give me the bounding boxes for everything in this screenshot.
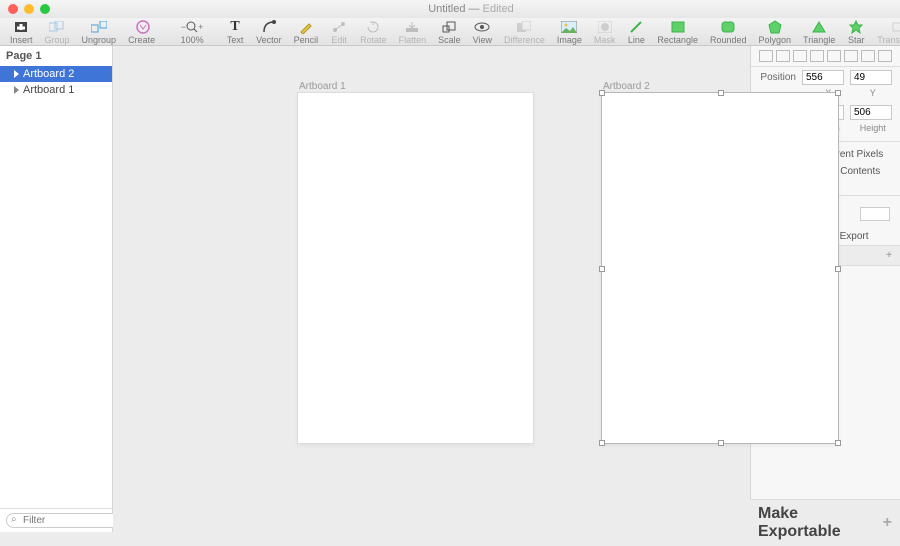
flatten-icon xyxy=(403,20,421,34)
pencil-icon xyxy=(297,20,315,34)
edit-icon xyxy=(330,20,348,34)
rotate-icon xyxy=(364,20,382,34)
vector-tool[interactable]: Vector xyxy=(250,20,288,45)
transform-tool[interactable]: Transform xyxy=(871,20,900,45)
rounded-tool[interactable]: Rounded xyxy=(704,20,753,45)
window-title: Untitled — Edited xyxy=(50,3,892,15)
edit-tool[interactable]: Edit xyxy=(324,20,354,45)
page-header[interactable]: Page 1 xyxy=(0,46,112,66)
resize-handle[interactable] xyxy=(718,90,724,96)
titlebar: Untitled — Edited xyxy=(0,0,900,18)
layers-panel: Page 1 Artboard 2 Artboard 1 ⧉ ◎ xyxy=(0,46,113,532)
add-export-button[interactable]: + xyxy=(886,250,892,261)
rectangle-icon xyxy=(669,20,687,34)
disclosure-triangle-icon[interactable] xyxy=(14,70,19,78)
make-exportable-footer[interactable]: Make Exportable + xyxy=(750,499,900,546)
window-controls xyxy=(8,4,50,14)
y-input[interactable] xyxy=(850,70,892,85)
rotate-tool[interactable]: Rotate xyxy=(354,20,393,45)
line-tool[interactable]: Line xyxy=(621,20,651,45)
height-sublabel: Height xyxy=(854,123,893,133)
star-tool[interactable]: Star xyxy=(841,20,871,45)
distribute-h-button[interactable] xyxy=(861,50,875,62)
align-hcenter-button[interactable] xyxy=(776,50,790,62)
layer-row[interactable]: Artboard 1 xyxy=(0,82,112,98)
zoom-level[interactable]: − + 100% xyxy=(172,20,212,45)
distribute-v-button[interactable] xyxy=(878,50,892,62)
text-tool[interactable]: T Text xyxy=(220,20,250,45)
flatten-tool[interactable]: Flatten xyxy=(393,20,433,45)
resize-handle[interactable] xyxy=(599,440,605,446)
ungroup-icon xyxy=(90,20,108,34)
toolbar: Insert Group Ungroup Create Symbol − + 1… xyxy=(0,18,900,46)
rectangle-tool[interactable]: Rectangle xyxy=(651,20,704,45)
artboard-label[interactable]: Artboard 1 xyxy=(299,81,346,92)
vector-icon xyxy=(260,20,278,34)
layer-label: Artboard 2 xyxy=(23,68,74,80)
ungroup-tool[interactable]: Ungroup xyxy=(76,20,123,45)
resize-handle[interactable] xyxy=(599,90,605,96)
alignment-controls xyxy=(751,46,900,67)
layer-row[interactable]: Artboard 2 xyxy=(0,66,112,82)
align-right-button[interactable] xyxy=(793,50,807,62)
resize-handle[interactable] xyxy=(835,440,841,446)
pencil-tool[interactable]: Pencil xyxy=(288,20,325,45)
difference-tool[interactable]: Difference xyxy=(498,20,551,45)
transform-icon xyxy=(889,20,900,34)
group-tool[interactable]: Group xyxy=(39,20,76,45)
image-icon xyxy=(560,20,578,34)
polygon-icon xyxy=(766,20,784,34)
scale-icon xyxy=(440,20,458,34)
symbol-icon xyxy=(134,20,152,34)
artboard-label[interactable]: Artboard 2 xyxy=(603,81,650,92)
zoom-icon: − + xyxy=(178,20,206,34)
x-input[interactable] xyxy=(802,70,844,85)
resize-handle[interactable] xyxy=(835,266,841,272)
triangle-tool[interactable]: Triangle xyxy=(797,20,841,45)
line-icon xyxy=(627,20,645,34)
layers-filter-bar: ⧉ ◎ xyxy=(0,508,112,532)
eye-icon xyxy=(473,20,491,34)
image-tool[interactable]: Image xyxy=(551,20,588,45)
background-color-swatch[interactable] xyxy=(860,207,890,221)
scale-tool[interactable]: Scale xyxy=(432,20,467,45)
difference-icon xyxy=(515,20,533,34)
disclosure-triangle-icon[interactable] xyxy=(14,86,19,94)
y-sublabel: Y xyxy=(854,88,893,98)
align-vcenter-button[interactable] xyxy=(827,50,841,62)
close-window-button[interactable] xyxy=(8,4,18,14)
polygon-tool[interactable]: Polygon xyxy=(753,20,798,45)
layer-label: Artboard 1 xyxy=(23,84,74,96)
make-exportable-label: Make Exportable xyxy=(758,505,883,541)
height-input[interactable] xyxy=(850,105,892,120)
triangle-icon xyxy=(810,20,828,34)
resize-handle[interactable] xyxy=(835,90,841,96)
rounded-icon xyxy=(719,20,737,34)
align-left-button[interactable] xyxy=(759,50,773,62)
text-icon: T xyxy=(226,20,244,34)
align-top-button[interactable] xyxy=(810,50,824,62)
resize-handle[interactable] xyxy=(718,440,724,446)
zoom-window-button[interactable] xyxy=(40,4,50,14)
view-tool[interactable]: View xyxy=(467,20,498,45)
mask-icon xyxy=(596,20,614,34)
align-bottom-button[interactable] xyxy=(844,50,858,62)
star-icon xyxy=(847,20,865,34)
canvas[interactable]: Artboard 1 Artboard 2 xyxy=(113,46,750,532)
mask-tool[interactable]: Mask xyxy=(588,20,622,45)
artboard[interactable] xyxy=(297,92,534,444)
minimize-window-button[interactable] xyxy=(24,4,34,14)
artboard-selected[interactable] xyxy=(601,92,839,444)
insert-tool[interactable]: Insert xyxy=(4,20,39,45)
resize-handle[interactable] xyxy=(599,266,605,272)
insert-icon xyxy=(12,20,30,34)
position-label: Position xyxy=(759,72,796,83)
group-icon xyxy=(48,20,66,34)
add-exportable-button[interactable]: + xyxy=(883,514,892,532)
